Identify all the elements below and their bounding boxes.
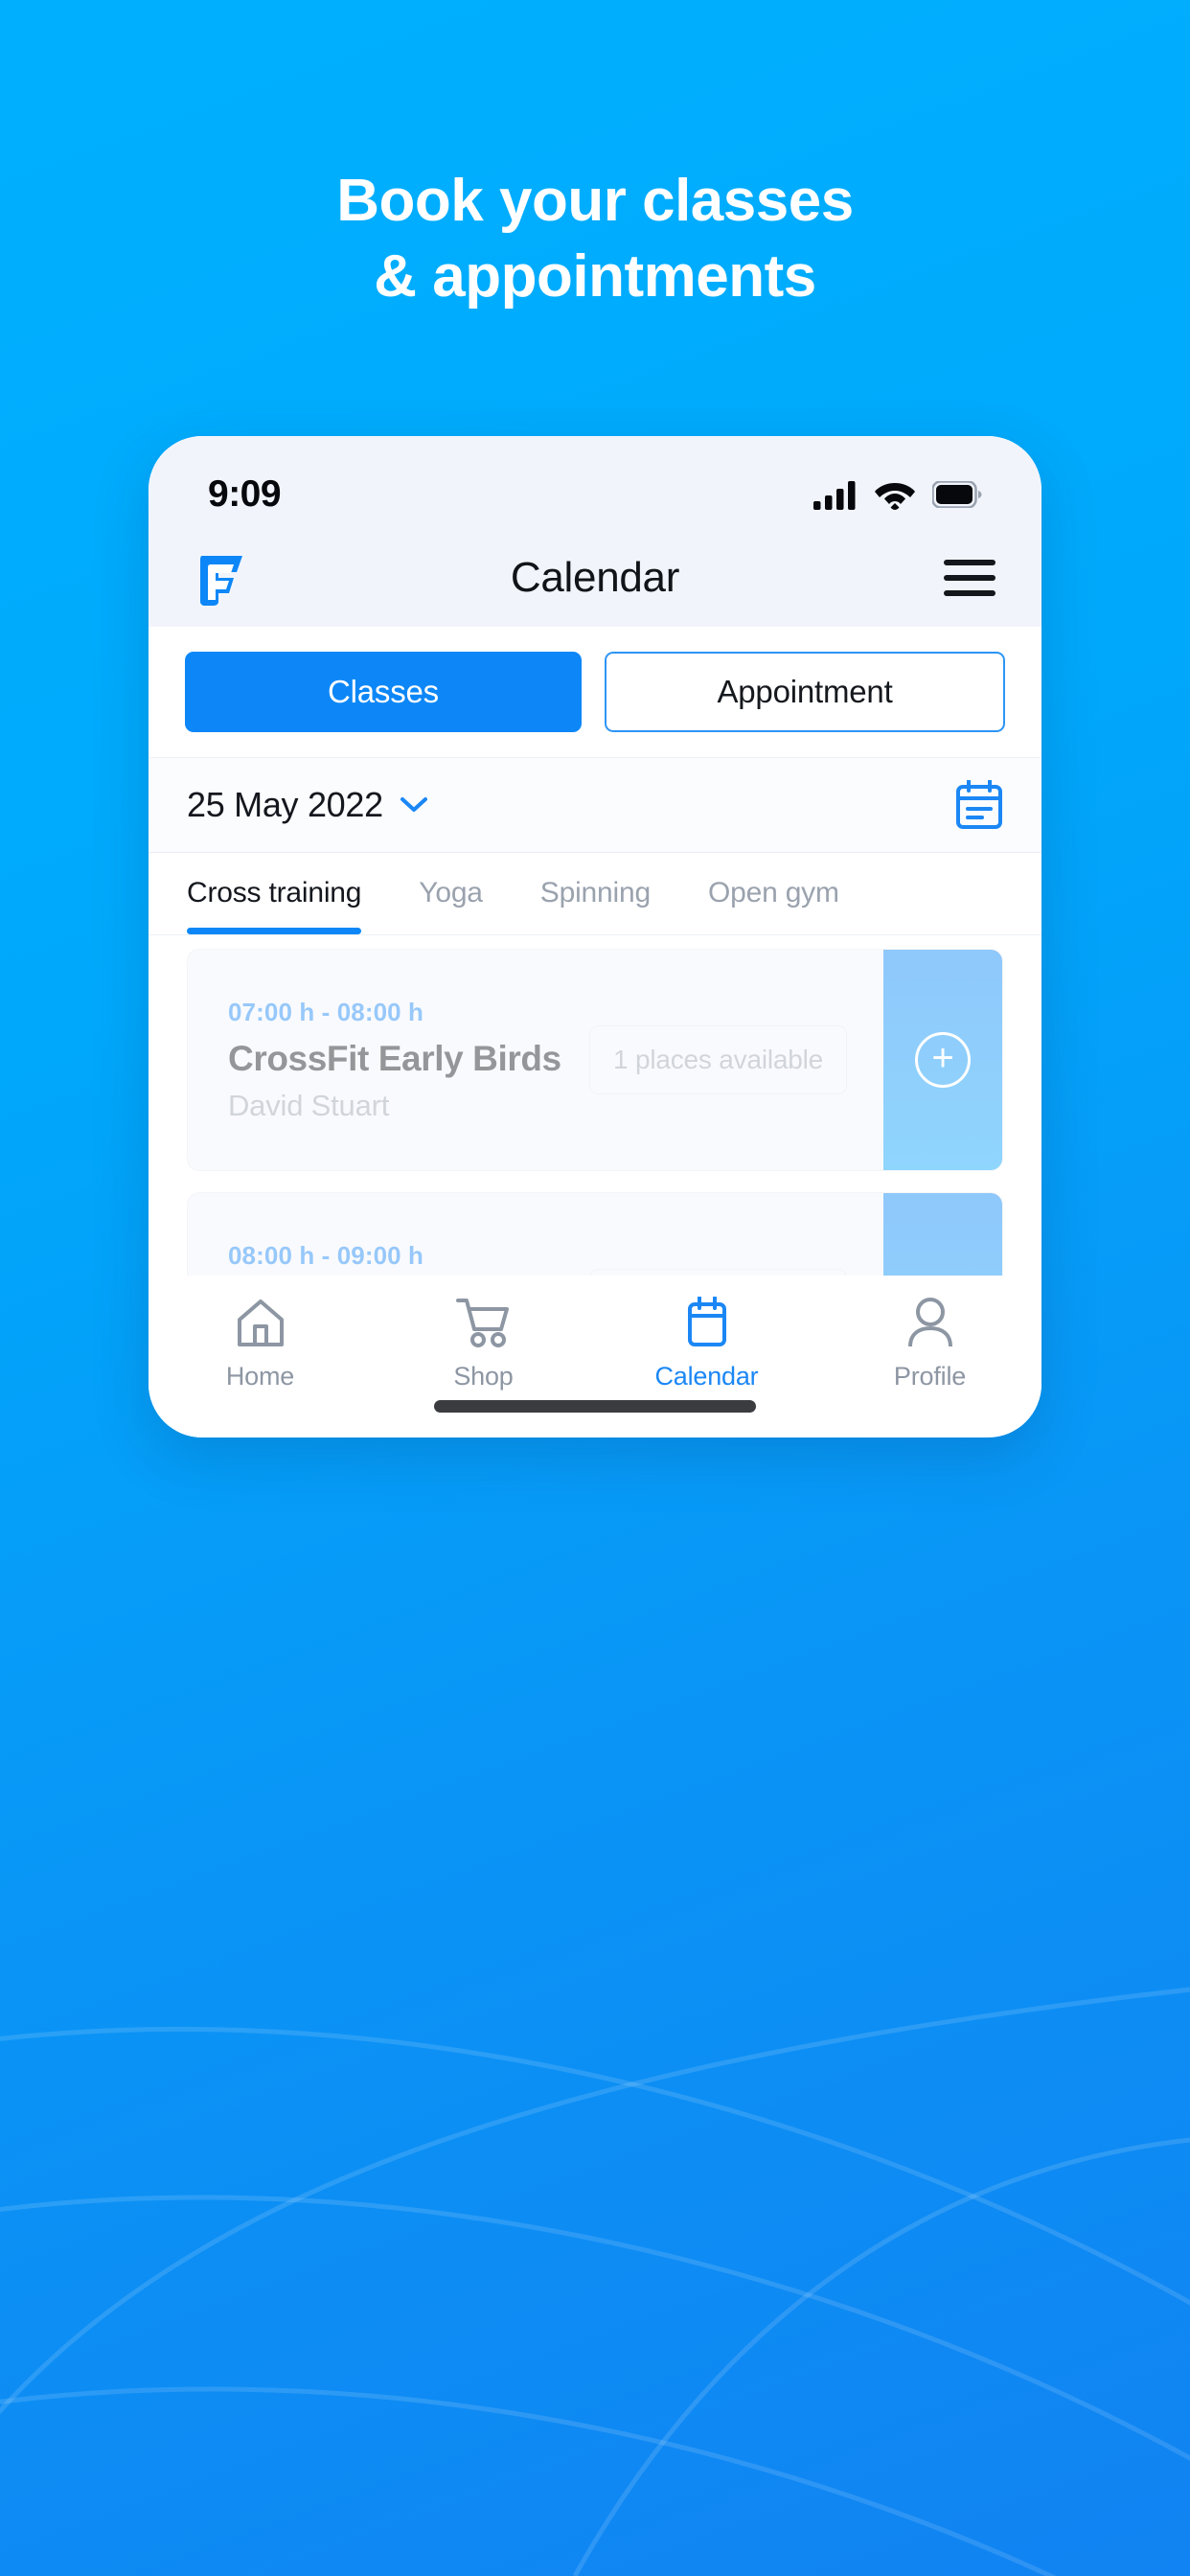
places-available-badge: 1 places available [589, 1025, 847, 1094]
chevron-down-icon[interactable] [400, 796, 428, 814]
status-bar-time: 9:09 [208, 473, 282, 515]
nav-label-home: Home [225, 1362, 295, 1391]
calendar-icon [687, 1297, 726, 1346]
category-tab-spinning[interactable]: Spinning [540, 853, 651, 934]
nav-label-shop: Shop [453, 1362, 514, 1391]
headline-line-1: Book your classes [336, 168, 854, 234]
nav-item-calendar[interactable]: Calendar [595, 1297, 818, 1392]
shopping-cart-icon [455, 1299, 509, 1347]
nav-label-calendar: Calendar [654, 1362, 759, 1391]
nav-label-profile: Profile [893, 1362, 967, 1391]
headline-line-2: & appointments [374, 243, 816, 310]
nav-item-profile[interactable]: Profile [818, 1297, 1041, 1392]
date-selector-row: 25 May 2022 [149, 757, 1041, 853]
app-bar: Calendar [149, 528, 1041, 627]
page-title: Calendar [510, 553, 680, 601]
status-bar: 9:09 [149, 436, 1041, 528]
nav-item-home[interactable]: Home [149, 1297, 372, 1392]
person-icon [907, 1298, 952, 1347]
category-tab-cross-training[interactable]: Cross training [187, 853, 362, 934]
calendar-picker-icon[interactable] [955, 780, 1003, 830]
nav-item-shop[interactable]: Shop [372, 1297, 595, 1392]
category-tab-yoga[interactable]: Yoga [419, 853, 483, 934]
tab-appointment[interactable]: Appointment [605, 652, 1005, 732]
category-tab-open-gym[interactable]: Open gym [708, 853, 839, 934]
home-icon [237, 1300, 284, 1346]
hamburger-menu-icon[interactable] [944, 559, 995, 596]
segmented-control: Classes Appointment [149, 627, 1041, 757]
selected-date[interactable]: 25 May 2022 [187, 785, 383, 825]
battery-icon [932, 481, 982, 508]
class-card-body: 07:00 h - 08:00 h CrossFit Early Birds D… [188, 950, 883, 1170]
wifi-icon [875, 483, 915, 510]
home-indicator-bar [434, 1400, 756, 1413]
status-bar-icons [813, 479, 982, 510]
add-booking-button[interactable]: + [883, 950, 1002, 1170]
class-card-info: 07:00 h - 08:00 h CrossFit Early Birds D… [228, 998, 589, 1123]
class-time: 07:00 h - 08:00 h [228, 997, 424, 1026]
class-card[interactable]: 07:00 h - 08:00 h CrossFit Early Birds D… [187, 949, 1003, 1171]
class-title: CrossFit Early Birds [228, 1038, 561, 1078]
category-tab-bar: Cross training Yoga Spinning Open gym [149, 853, 1041, 935]
cellular-signal-icon [813, 481, 856, 510]
promo-headline: Book your classes & appointments [0, 163, 1190, 315]
class-coach: David Stuart [228, 1088, 390, 1122]
add-booking-icon: + [915, 1032, 971, 1088]
class-time: 08:00 h - 09:00 h [228, 1240, 424, 1270]
bottom-navigation: Home Shop Calendar Profile [149, 1276, 1041, 1438]
phone-mockup: 9:09 Calendar Classes Appointment 25 May… [149, 436, 1041, 1438]
tab-classes[interactable]: Classes [185, 652, 582, 732]
